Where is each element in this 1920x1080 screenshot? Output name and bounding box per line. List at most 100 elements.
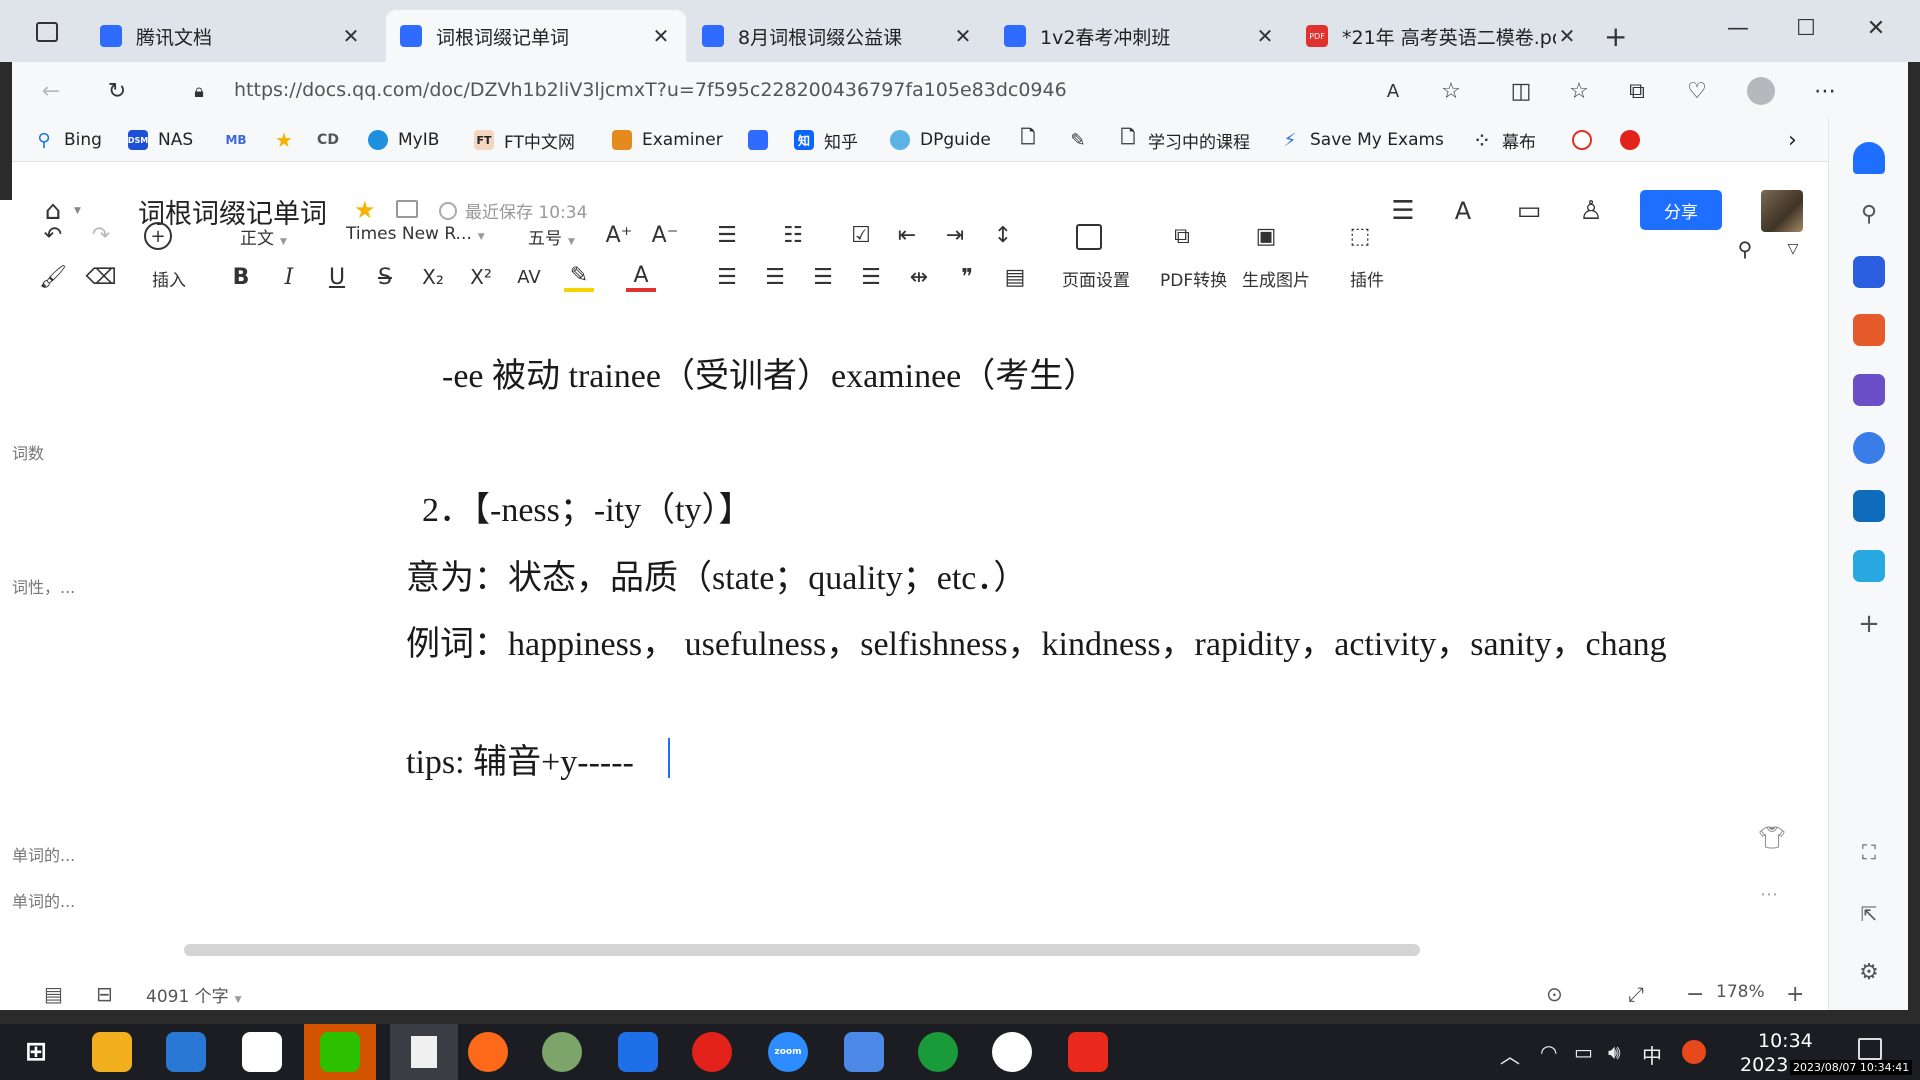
folder-app-icon[interactable] — [844, 1032, 884, 1072]
justify-icon[interactable]: ☰ — [856, 262, 886, 292]
search-icon[interactable]: ⚲ — [1732, 236, 1758, 262]
edge-icon[interactable] — [992, 1032, 1032, 1072]
eraser-icon[interactable]: ⌫ — [85, 262, 116, 292]
align-center-icon[interactable]: ☰ — [760, 262, 790, 292]
ime-indicator[interactable]: 中 — [1642, 1040, 1662, 1069]
page-setup-icon[interactable] — [1076, 224, 1102, 250]
play-icon[interactable]: ⊙ — [1546, 982, 1563, 1006]
shirt-icon[interactable]: 👕︎ — [1758, 826, 1786, 851]
favorite-star-icon[interactable]: ☆ — [1436, 76, 1466, 106]
outline-toggle-icon[interactable]: ▤ — [44, 982, 63, 1006]
style-select[interactable]: 正文 ▼ — [240, 224, 287, 249]
bookmark-dpguide[interactable]: DPguide — [890, 128, 991, 152]
dictionary-icon[interactable] — [166, 1032, 206, 1072]
url-field[interactable]: https://docs.qq.com/doc/DZVh1b2liV3ljcmx… — [234, 79, 1067, 101]
pdf-convert-icon[interactable]: ⧉ — [1168, 222, 1196, 250]
bookmark-save-my-exams[interactable]: ⚡︎ Save My Exams — [1280, 128, 1444, 152]
doc-line-meaning[interactable]: 意为：状态，品质（state；quality；etc．） — [406, 550, 1027, 599]
bookmark-mb[interactable]: MB — [225, 128, 256, 152]
new-tab-button[interactable]: + — [1604, 20, 1627, 53]
font-color-icon[interactable]: A — [626, 262, 656, 292]
align-left-icon[interactable]: ☰ — [712, 262, 742, 292]
volume-icon[interactable]: 🔊︎ — [1608, 1040, 1621, 1064]
paragraph-icon[interactable]: ▤ — [1000, 262, 1030, 292]
bullet-list-icon[interactable]: ☰ — [712, 220, 742, 250]
tab-spring-exam[interactable]: 1v2春考冲刺班 ✕ — [990, 10, 1290, 62]
quote-icon[interactable]: ❞ — [952, 262, 982, 292]
bookmark-tencent-docs[interactable] — [748, 128, 778, 152]
wps-icon[interactable] — [1068, 1032, 1108, 1072]
add-icon[interactable]: + — [1853, 608, 1885, 640]
numbered-list-icon[interactable]: ☷ — [778, 220, 808, 250]
close-icon[interactable]: ✕ — [1254, 24, 1276, 48]
italic-icon[interactable]: I — [274, 262, 304, 292]
doc-line-ee-passive[interactable]: -ee 被动 trainee（受训者）examinee（考生） — [442, 348, 1097, 397]
screenshot-icon[interactable]: ⛶ — [1853, 836, 1885, 868]
zoom-level[interactable]: 178% — [1716, 982, 1765, 1002]
superscript-icon[interactable]: X² — [466, 262, 496, 292]
bookmark-page[interactable]: 🗋 — [1018, 127, 1048, 152]
add-collaborator-icon[interactable]: ♙ — [1574, 194, 1608, 228]
bookmark-ink[interactable]: ✎ — [1068, 128, 1098, 152]
bookmark-star[interactable]: ★ — [274, 128, 304, 152]
tag-icon[interactable] — [1853, 256, 1885, 288]
distribute-icon[interactable]: ⇹ — [904, 262, 934, 292]
outdent-icon[interactable]: ⇤ — [892, 220, 922, 250]
close-icon[interactable]: ✕ — [1556, 24, 1578, 48]
zoom-out-icon[interactable]: − — [1686, 982, 1704, 1007]
refresh-icon[interactable]: ↻ — [102, 76, 132, 106]
format-painter-icon[interactable]: 🖌︎ — [38, 262, 68, 292]
clock-time[interactable]: 10:34 — [1758, 1030, 1813, 1052]
windows-start-icon[interactable]: ⊞ — [16, 1032, 56, 1072]
star-icon[interactable]: ★ — [354, 196, 376, 224]
tab-pdf-exam[interactable]: PDF *21年 高考英语二模卷.pd ✕ — [1292, 10, 1592, 62]
more-menu-icon[interactable]: ⋯ — [1810, 76, 1840, 106]
bookmarks-more-chevron-icon[interactable]: › — [1788, 128, 1797, 153]
share-button[interactable]: 分享 — [1640, 190, 1722, 230]
insert-plus-icon[interactable]: + — [144, 222, 172, 250]
netease-music-icon[interactable] — [692, 1032, 732, 1072]
close-icon[interactable]: ✕ — [650, 24, 672, 48]
bookmark-zhihu[interactable]: 知知乎 — [794, 128, 858, 153]
avatar[interactable] — [1761, 190, 1803, 232]
collections-icon[interactable]: ⧉ — [1622, 76, 1652, 106]
tab-word-roots[interactable]: 词根词缀记单词 ✕ — [386, 10, 686, 62]
gear-icon[interactable]: ⚙ — [1853, 956, 1885, 988]
profile-avatar-icon[interactable] — [1746, 76, 1776, 106]
close-window-icon[interactable]: ✕ — [1856, 16, 1896, 41]
favorites-icon[interactable]: ☆ — [1564, 76, 1594, 106]
align-right-icon[interactable]: ☰ — [808, 262, 838, 292]
indent-icon[interactable]: ⇥ — [940, 220, 970, 250]
bookmark-red-1[interactable] — [1572, 128, 1602, 152]
colorful-app-icon[interactable] — [242, 1032, 282, 1072]
outline-item[interactable]: 词性，... — [12, 574, 75, 598]
redo-icon[interactable]: ↷ — [86, 220, 116, 250]
games-icon[interactable] — [1853, 374, 1885, 406]
underline-icon[interactable]: U — [322, 262, 352, 292]
font-select[interactable]: Times New R... ▼ — [346, 224, 485, 244]
char-spacing-icon[interactable]: AV — [514, 262, 544, 292]
notification-icon[interactable] — [1858, 1038, 1882, 1060]
close-icon[interactable]: ✕ — [952, 24, 974, 48]
doc-line-heading-ness[interactable]: 2．【-ness；-ity（ty）】 — [422, 482, 753, 531]
fullscreen-icon[interactable]: ⤢ — [1628, 982, 1644, 1006]
browser-essentials-icon[interactable]: ♡ — [1682, 76, 1712, 106]
outline-item[interactable]: 单词的... — [12, 888, 75, 912]
outline-item[interactable]: 词数 — [12, 440, 44, 464]
checklist-icon[interactable]: ☑ — [846, 220, 876, 250]
bookmark-examiner[interactable]: Examiner — [612, 128, 723, 152]
folder-icon[interactable] — [396, 200, 418, 218]
outlook-icon[interactable] — [1853, 490, 1885, 522]
open-external-icon[interactable]: ⇱ — [1853, 898, 1885, 930]
zoom-icon[interactable]: zoom — [768, 1032, 808, 1072]
outline-item[interactable]: 单词的... — [12, 842, 75, 866]
collapse-chevron-icon[interactable]: ▽ — [1780, 236, 1806, 262]
insert-label[interactable]: 插入 — [152, 266, 186, 291]
battery-icon[interactable]: ▭ — [1574, 1040, 1593, 1064]
file-explorer-icon[interactable] — [92, 1032, 132, 1072]
split-screen-icon[interactable]: ◫ — [1506, 76, 1536, 106]
bookmark-red-2[interactable] — [1620, 128, 1650, 152]
lock-icon[interactable]: 🔒︎ — [184, 76, 214, 106]
copilot-icon[interactable] — [1853, 432, 1885, 464]
tab-actions-icon[interactable] — [36, 22, 58, 42]
